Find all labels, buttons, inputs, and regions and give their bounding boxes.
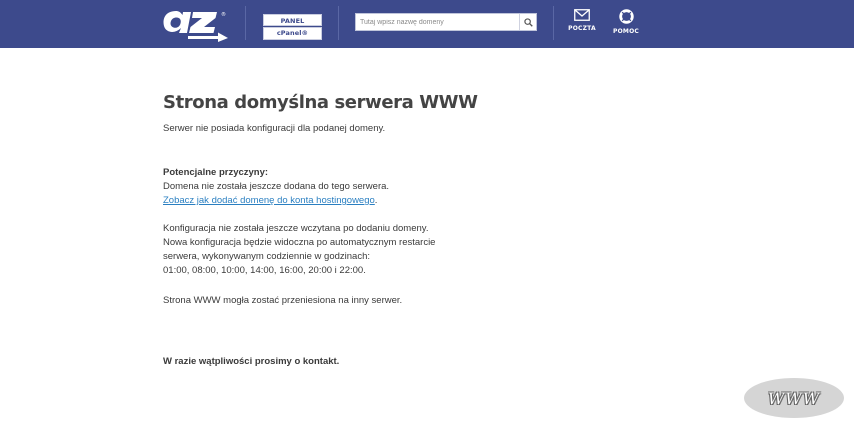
header-divider — [553, 6, 554, 40]
search-icon — [523, 17, 533, 27]
cause-config-line-4: 01:00, 08:00, 10:00, 14:00, 16:00, 20:00… — [163, 265, 366, 276]
cause-site-moved: Strona WWW mogła zostać przeniesiona na … — [163, 295, 403, 306]
cpanel-button[interactable]: cPanel® — [263, 27, 322, 40]
main-content: Strona domyślna serwera WWW Serwer nie p… — [163, 92, 583, 369]
cause-config-line-3: serwera, wykonywanym codziennie w godzin… — [163, 251, 370, 262]
header-divider — [338, 6, 339, 40]
link-suffix: . — [374, 195, 378, 206]
intro-text: Serwer nie posiada konfiguracji dla poda… — [163, 123, 386, 134]
top-navigation-bar: ® PANEL KLIENTA cPanel® POCZTA — [0, 0, 854, 48]
causes-heading: Potencjalne przyczyny: — [163, 167, 269, 178]
mail-link[interactable]: POCZTA — [565, 9, 599, 32]
contact-text: W razie wątpliwości prosimy o kontakt. — [163, 356, 340, 367]
page-title: Strona domyślna serwera WWW — [163, 92, 478, 113]
lifebuoy-icon — [618, 9, 634, 24]
domain-search-box — [355, 13, 537, 31]
svg-text:®: ® — [221, 11, 226, 18]
search-button[interactable] — [519, 14, 536, 30]
cause-domain-not-added: Domena nie została jeszcze dodana do teg… — [163, 181, 390, 192]
cause-config-line-1: Konfiguracja nie została jeszcze wczytan… — [163, 223, 429, 234]
header-divider — [245, 6, 246, 40]
www-badge: WWW — [744, 378, 844, 418]
add-domain-help-link[interactable]: Zobacz jak dodać domenę do konta hosting… — [163, 195, 375, 206]
cause-config-line-2: Nowa konfiguracja będzie widoczna po aut… — [163, 237, 436, 248]
client-panel-button[interactable]: PANEL KLIENTA — [263, 14, 322, 37]
www-badge-text: WWW — [767, 388, 821, 408]
mail-label: POCZTA — [568, 25, 596, 32]
mail-icon — [574, 9, 590, 21]
help-label: POMOC — [613, 28, 639, 35]
help-link[interactable]: POMOC — [609, 9, 643, 35]
cause-link-line: Zobacz jak dodać domenę do konta hosting… — [163, 194, 583, 208]
az-logo[interactable]: ® — [162, 6, 230, 42]
domain-search-input[interactable] — [356, 14, 519, 30]
